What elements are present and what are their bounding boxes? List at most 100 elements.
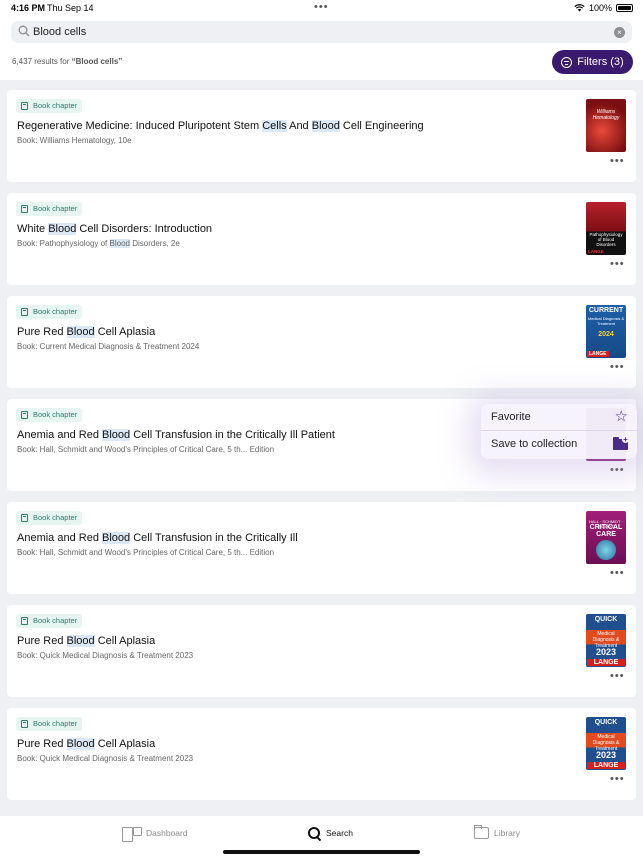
cover-text: Medical Diagnosis & Treatment xyxy=(587,316,625,326)
result-card[interactable]: Book chapter Pure Red Blood Cell Aplasia B… xyxy=(7,296,636,388)
clear-search-button[interactable]: × xyxy=(614,27,625,38)
wifi-icon xyxy=(574,4,585,12)
more-options-icon[interactable]: ••• xyxy=(610,156,625,167)
book-cover[interactable]: QUICK Medical Diagnosis & Treatment 2023 LA… xyxy=(586,614,626,667)
more-options-icon[interactable]: ••• xyxy=(610,671,625,682)
result-source: Book: Williams Hematology, 10e xyxy=(17,136,132,145)
source-text: Book: Quick Medical Diagnosis & Treatmen… xyxy=(17,754,194,763)
title-text: Cell Aplasia xyxy=(94,635,156,647)
cover-text: CURRENT xyxy=(588,307,624,314)
book-cover[interactable]: QUICK Medical Diagnosis & Treatment 2023 LA… xyxy=(586,717,626,770)
content-type-badge: Book chapter xyxy=(16,99,83,113)
result-count-query: “Blood cells” xyxy=(71,57,123,66)
status-right: 100% xyxy=(574,3,633,13)
content-type-label: Book chapter xyxy=(33,307,78,316)
result-source: Book: Current Medical Diagnosis & Treatm… xyxy=(17,342,199,351)
result-title[interactable]: Pure Red Blood Cell Aplasia xyxy=(17,738,155,750)
title-text: Cell Transfusion in the Critically Ill xyxy=(130,532,298,544)
favorite-label: Favorite xyxy=(491,411,531,423)
source-text: Book: Hall, Schmidt and Wood's Principle… xyxy=(17,548,275,557)
result-card[interactable]: Book chapter Pure Red Blood Cell Aplasia B… xyxy=(7,605,636,697)
book-cover[interactable]: HALL · SCHMIDT · WOOD'S CRITICAL CARE xyxy=(586,511,626,564)
result-source: Book: Hall, Schmidt and Wood's Principle… xyxy=(17,548,274,557)
highlighted-term: Blood xyxy=(109,239,130,248)
source-text: Book: Williams Hematology, 10e xyxy=(17,136,132,145)
cover-text: 2024 xyxy=(598,331,614,338)
content-type-badge: Book chapter xyxy=(16,511,83,525)
more-options-icon[interactable]: ••• xyxy=(610,362,625,373)
result-source: Book: Hall, Schmidt and Wood's Principle… xyxy=(17,445,274,454)
result-count: 6,437 results for “Blood cells” xyxy=(12,57,122,66)
content-type-badge: Book chapter xyxy=(16,408,83,422)
cover-text: CRITICAL CARE xyxy=(589,524,623,538)
book-cover[interactable]: Pathophysiology of Blood Disorders LANGE xyxy=(586,202,626,255)
cover-text: 2023 xyxy=(595,647,617,657)
search-input[interactable] xyxy=(33,24,593,40)
result-title[interactable]: Anemia and Red Blood Cell Transfusion in… xyxy=(17,429,335,441)
source-text: Book: Quick Medical Diagnosis & Treatmen… xyxy=(17,651,194,660)
tab-dashboard[interactable]: Dashboard xyxy=(122,826,188,842)
home-indicator xyxy=(223,850,420,854)
tab-library[interactable]: Library xyxy=(474,825,520,840)
tab-bar: Dashboard Search Library xyxy=(0,816,643,858)
multitasking-dots[interactable]: ••• xyxy=(314,1,329,13)
tab-search[interactable]: Search xyxy=(308,826,353,840)
more-options-icon[interactable]: ••• xyxy=(610,568,625,579)
filters-button[interactable]: Filters (3) xyxy=(552,50,633,74)
book-cover[interactable]: Williams Hematology xyxy=(586,99,626,152)
tab-library-label: Library xyxy=(494,828,520,838)
source-text: Book: Hall, Schmidt and Wood's Principle… xyxy=(17,445,275,454)
result-title[interactable]: Pure Red Blood Cell Aplasia xyxy=(17,635,155,647)
favorite-menu-item[interactable]: Favorite ☆ xyxy=(481,404,637,431)
status-date: Thu Sep 14 xyxy=(47,3,94,13)
cover-text: LANGE xyxy=(587,762,625,769)
save-to-collection-label: Save to collection xyxy=(491,438,578,450)
cover-text: QUICK xyxy=(594,616,618,623)
result-title[interactable]: White Blood Cell Disorders: Introduction xyxy=(17,223,212,235)
result-title[interactable]: Regenerative Medicine: Induced Pluripote… xyxy=(17,120,424,132)
content-type-label: Book chapter xyxy=(33,616,78,625)
content-type-badge: Book chapter xyxy=(16,614,83,628)
result-card[interactable]: Book chapter Pure Red Blood Cell Aplasia B… xyxy=(7,708,636,800)
book-cover[interactable]: CURRENT Medical Diagnosis & Treatment 2024… xyxy=(586,305,626,358)
more-options-icon[interactable]: ••• xyxy=(610,465,625,476)
result-card[interactable]: Book chapter White Blood Cell Disorders: … xyxy=(7,193,636,285)
highlighted-term: Blood xyxy=(102,429,131,441)
result-card[interactable]: Book chapter Regenerative Medicine: Induc… xyxy=(7,90,636,182)
book-chapter-icon xyxy=(21,205,28,213)
save-to-collection-menu-item[interactable]: Save to collection xyxy=(481,431,637,458)
search-header: × 6,437 results for “Blood cells” Filter… xyxy=(0,16,643,80)
search-bar[interactable]: × xyxy=(11,21,632,43)
result-title[interactable]: Pure Red Blood Cell Aplasia xyxy=(17,326,155,338)
source-text: Disorders, 2e xyxy=(129,239,180,248)
cover-text: LANGE xyxy=(587,659,625,666)
result-source: Book: Quick Medical Diagnosis & Treatmen… xyxy=(17,651,193,660)
result-title[interactable]: Anemia and Red Blood Cell Transfusion in… xyxy=(17,532,298,544)
highlighted-term: Cells xyxy=(262,120,287,132)
source-text: Book: Current Medical Diagnosis & Treatm… xyxy=(17,342,200,351)
tab-search-label: Search xyxy=(326,828,353,838)
title-text: Pure Red xyxy=(17,738,67,750)
title-text: Anemia and Red xyxy=(17,429,102,441)
title-text: Anemia and Red xyxy=(17,532,102,544)
library-icon xyxy=(474,825,489,839)
book-chapter-icon xyxy=(21,411,28,419)
more-options-icon[interactable]: ••• xyxy=(610,774,625,785)
star-icon: ☆ xyxy=(614,408,628,425)
result-card[interactable]: Book chapter Anemia and Red Blood Cell Tr… xyxy=(7,502,636,594)
title-text: Cell Aplasia xyxy=(94,326,156,338)
result-count-prefix: 6,437 results for xyxy=(12,57,72,66)
result-source: Book: Quick Medical Diagnosis & Treatmen… xyxy=(17,754,193,763)
cover-text: Williams Hematology xyxy=(592,109,620,121)
more-options-icon[interactable]: ••• xyxy=(610,259,625,270)
cover-text: LANGE xyxy=(587,351,609,357)
book-chapter-icon xyxy=(21,308,28,316)
search-icon xyxy=(18,25,30,37)
title-text: And xyxy=(286,120,312,132)
tab-dashboard-label: Dashboard xyxy=(146,828,188,838)
title-text: Cell Disorders: Introduction xyxy=(76,223,213,235)
status-time: 4:16 PM xyxy=(11,3,46,13)
content-type-label: Book chapter xyxy=(33,410,78,419)
cover-text: 2023 xyxy=(595,750,617,760)
cover-text: QUICK xyxy=(594,719,618,726)
